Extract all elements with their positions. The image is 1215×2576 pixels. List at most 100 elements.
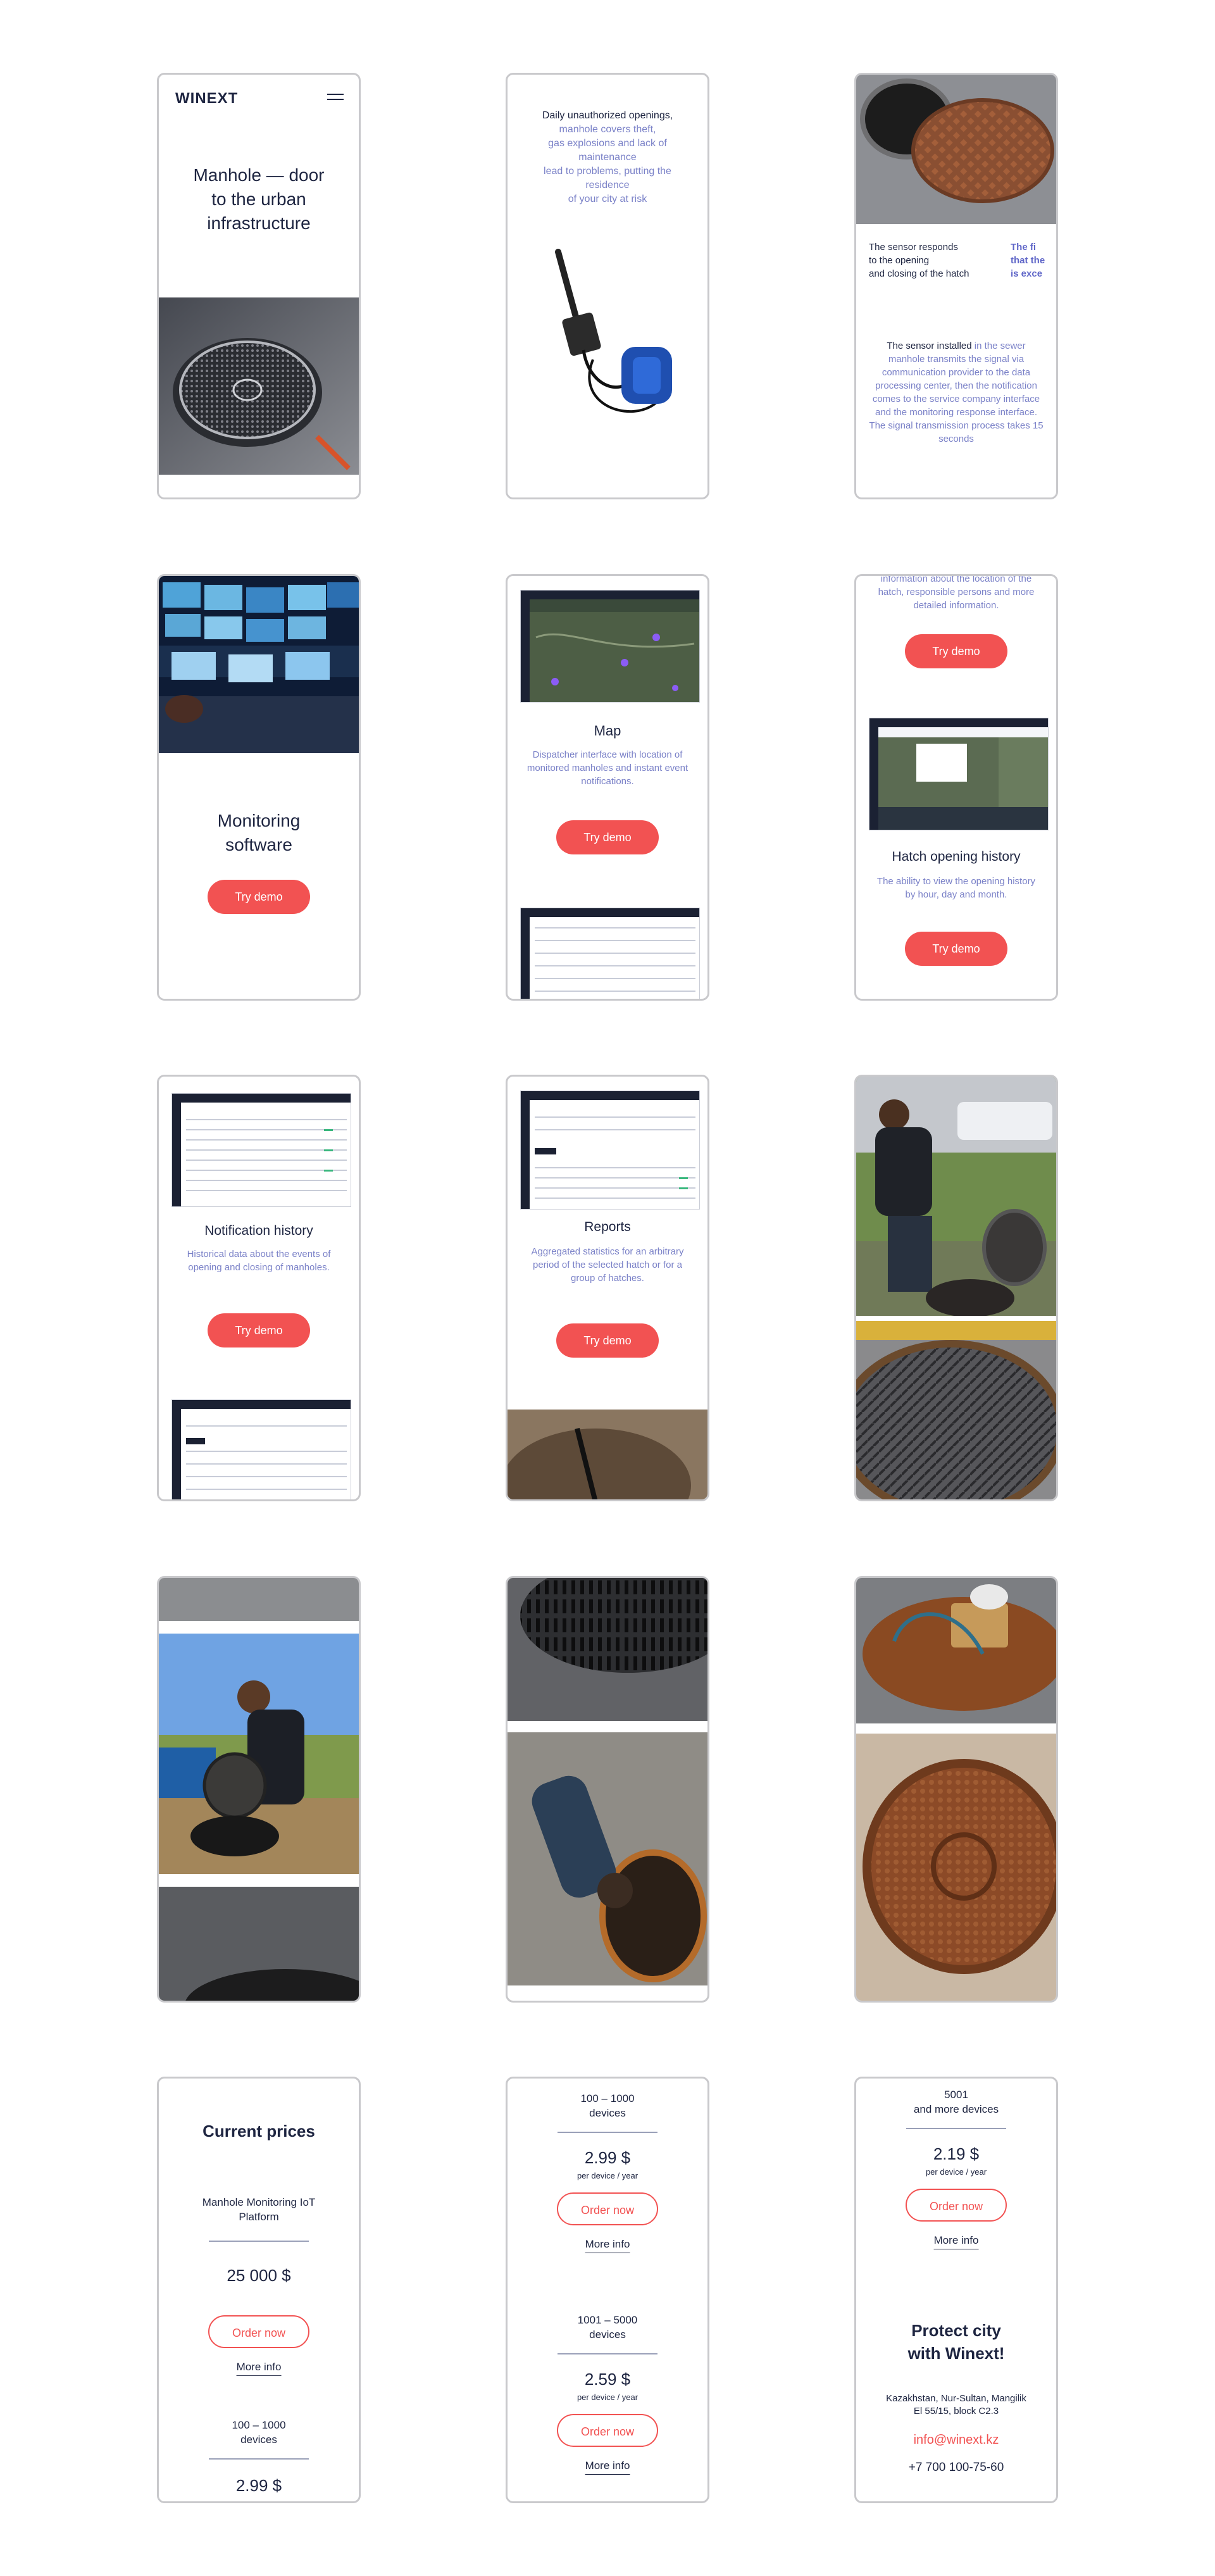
- order-now-button[interactable]: Order now: [557, 2414, 658, 2447]
- prices-title: Current prices: [202, 2122, 315, 2141]
- order-now-button[interactable]: Order now: [906, 2189, 1007, 2222]
- try-demo-button[interactable]: Try demo: [556, 820, 659, 854]
- tier-label: 1001 – 5000 devices: [577, 2314, 638, 2341]
- per-device-label: per device / year: [576, 2171, 639, 2180]
- monitoring-title: Monitoring software: [217, 811, 301, 854]
- try-demo-button[interactable]: Try demo: [905, 932, 1007, 966]
- screen-notification-history: Notification history Historical data abo…: [157, 1075, 361, 1501]
- grate-photo: [508, 1578, 707, 1721]
- tier-label: 5001: [944, 2089, 968, 2101]
- tier-label: 100 – 1000 devices: [232, 2419, 286, 2446]
- try-demo-button[interactable]: Try demo: [556, 1323, 659, 1358]
- history-app-screenshot: [869, 718, 1049, 830]
- cut-off-text: The fi: [1011, 242, 1036, 253]
- screen-sensor-info: The sensor responds to the opening and c…: [854, 73, 1058, 499]
- ornate-rusty-cover-photo: [856, 1734, 1056, 2001]
- worker-in-manhole-photo: [508, 1732, 707, 2001]
- sensor-installed-text: in the sewer manhole transmits the signa…: [869, 341, 1044, 444]
- divider: [906, 2128, 1006, 2129]
- problem-line: Daily unauthorized openings,: [542, 110, 673, 121]
- order-now-button[interactable]: Order now: [557, 2192, 658, 2225]
- map-title: Map: [594, 723, 621, 739]
- problem-line: gas explosions and lack of: [548, 138, 667, 149]
- map-app-screenshot: [520, 590, 700, 703]
- screen-hero: WINEXT Manhole — door to the urban infra…: [157, 73, 361, 499]
- more-info-link[interactable]: More info: [585, 2238, 630, 2253]
- platform-label: Manhole Monitoring IoT Platform: [202, 2196, 316, 2223]
- screen-photo-rusty: [854, 1576, 1058, 2003]
- tier-price: 2.59 $: [584, 2370, 631, 2389]
- screen-contact: 5001 and more devices 2.19 $ per device …: [854, 2077, 1058, 2503]
- sensor-responds-line: The sensor responds: [869, 242, 958, 253]
- reports-app-screenshot: [171, 1399, 351, 1499]
- divider: [558, 2353, 657, 2354]
- notification-history-title: Notification history: [204, 1223, 313, 1238]
- screen-photo-installation: [157, 1576, 361, 2003]
- asphalt-photo-top: [159, 1578, 359, 1621]
- hatch-info-text: information about the location of the ha…: [878, 574, 1035, 611]
- tier-price: 2.19 $: [933, 2144, 980, 2163]
- street-grate-photo: [159, 1887, 359, 2001]
- rusty-cover-sensor-photo: [856, 1578, 1056, 1723]
- more-info-link[interactable]: More info: [236, 2361, 282, 2376]
- problem-line: of your city at risk: [568, 194, 647, 204]
- try-demo-button[interactable]: Try demo: [905, 634, 1007, 668]
- protect-headline: Protect city with Winext!: [907, 2321, 1005, 2363]
- problem-line: manhole covers theft,: [559, 124, 656, 135]
- reports-app-screenshot: [520, 1091, 700, 1210]
- screen-hatch-history: information about the location of the ha…: [854, 574, 1058, 1001]
- control-room-photo: [159, 576, 359, 753]
- screen-monitoring: Monitoring software Try demo: [157, 574, 361, 1001]
- reports-title: Reports: [584, 1220, 631, 1234]
- logo[interactable]: WINEXT: [175, 90, 238, 108]
- try-demo-button[interactable]: Try demo: [208, 880, 310, 914]
- hatch-history-description: The ability to view the opening history …: [876, 876, 1036, 900]
- manhole-interior-photo: [508, 1410, 707, 1499]
- open-manhole-photo: [856, 75, 1056, 224]
- divider: [558, 2132, 657, 2133]
- tier-price: 2.99 $: [584, 2148, 631, 2167]
- manhole-cover-closeup: [856, 1321, 1056, 1499]
- problem-line: residence: [585, 180, 630, 191]
- screen-prices: Current prices Manhole Monitoring IoT Pl…: [157, 2077, 361, 2503]
- order-now-button[interactable]: Order now: [208, 2315, 309, 2348]
- screen-photo-worker: [854, 1075, 1058, 1501]
- try-demo-button[interactable]: Try demo: [208, 1313, 310, 1347]
- screen-map: Map Dispatcher interface with location o…: [506, 574, 709, 1001]
- sensor-responds-line: and closing of the hatch: [869, 268, 969, 279]
- screen-problem: Daily unauthorized openings, manhole cov…: [506, 73, 709, 499]
- phone-number[interactable]: +7 700 100-75-60: [869, 2461, 1044, 2475]
- sensor-installed-lead: The sensor installed: [887, 341, 972, 351]
- notifications-app-screenshot: [171, 1093, 351, 1207]
- sensor-device-image: [555, 249, 672, 413]
- table-app-screenshot: [520, 908, 700, 999]
- per-device-label: per device / year: [576, 2392, 639, 2402]
- cut-off-text: is exce: [1011, 268, 1043, 279]
- reports-description: Aggregated statistics for an arbitrary p…: [531, 1246, 684, 1284]
- divider: [209, 2458, 309, 2460]
- worker-photo: [856, 1077, 1056, 1316]
- tier-label: and more devices: [913, 2103, 999, 2115]
- screen-tiers: 100 – 1000 devices 2.99 $ per device / y…: [506, 2077, 709, 2503]
- manhole-cover-photo: [159, 297, 359, 475]
- worker-lifting-cover-photo: [159, 1634, 359, 1874]
- platform-price: 25 000 $: [227, 2266, 291, 2285]
- address: Kazakhstan, Nur-Sultan, Mangilik El 55/1…: [886, 2393, 1026, 2417]
- hamburger-menu-icon[interactable]: [327, 94, 344, 101]
- cut-off-text: that the: [1011, 255, 1045, 266]
- per-device-label: per device / year: [925, 2167, 987, 2177]
- more-info-link[interactable]: More info: [585, 2460, 630, 2475]
- divider: [209, 2241, 309, 2242]
- hero-headline: Manhole — door to the urban infrastructu…: [193, 165, 325, 233]
- notification-history-description: Historical data about the events of open…: [187, 1249, 331, 1273]
- screen-reports: Reports Aggregated statistics for an arb…: [506, 1075, 709, 1501]
- more-info-link[interactable]: More info: [933, 2234, 979, 2249]
- tier-label: 100 – 1000 devices: [580, 2092, 635, 2119]
- email-link[interactable]: info@winext.kz: [869, 2433, 1044, 2448]
- problem-line: maintenance: [578, 152, 637, 163]
- sensor-responds-line: to the opening: [869, 255, 930, 266]
- hatch-history-title: Hatch opening history: [892, 849, 1021, 864]
- screen-photo-grate: [506, 1576, 709, 2003]
- tier-price: 2.99 $: [235, 2476, 282, 2495]
- problem-line: lead to problems, putting the: [544, 166, 671, 177]
